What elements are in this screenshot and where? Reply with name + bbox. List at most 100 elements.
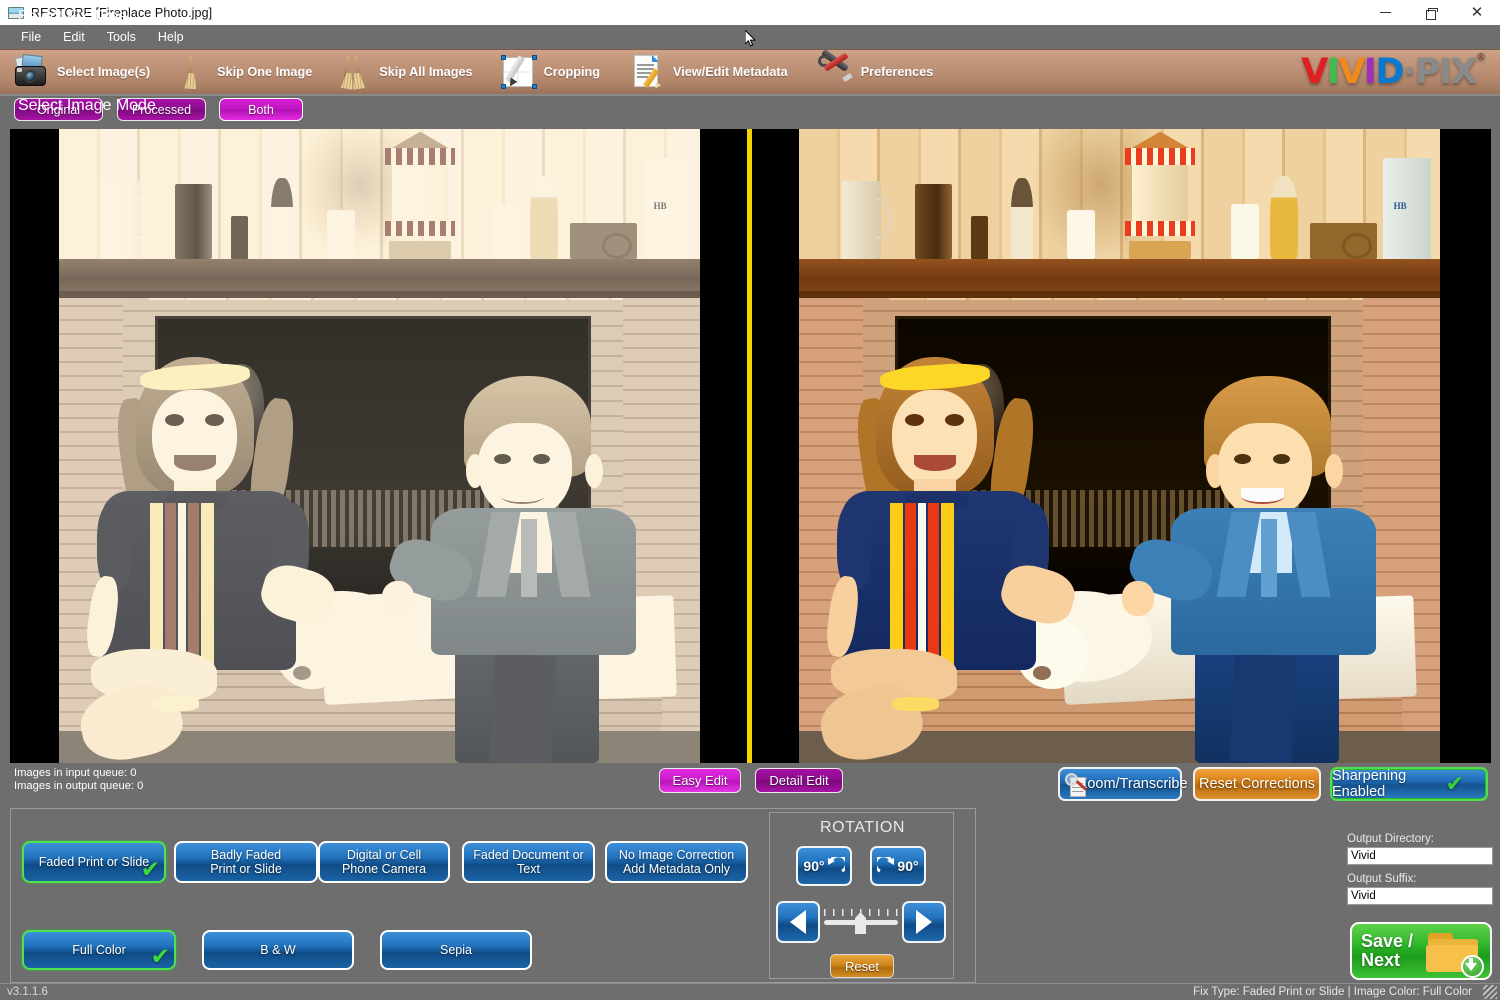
output-suffix-label: Output Suffix: [1347,873,1417,885]
image-mode-full-color[interactable]: Full Color ✔ [22,930,176,970]
close-button[interactable]: ✕ [1454,0,1500,25]
rotate-ccw-label: 90° [803,858,825,874]
toolbar-select-images[interactable]: Select Image(s) [6,50,154,94]
fix-type-label-line2: Phone Camera [341,862,427,876]
fix-type-faded-print-or-slide[interactable]: Faded Print or Slide ✔ [22,841,166,883]
toolbar-view-edit-metadata[interactable]: View/Edit Metadata [622,50,792,96]
image-mode-bw[interactable]: B & W [202,930,354,970]
save-next-label-line1: Save / [1361,931,1414,952]
mouse-cursor [745,30,757,47]
logo-letter-7: I [1438,51,1452,92]
logo-letter-3: I [1363,51,1377,92]
rotate-nudge-left-button[interactable] [776,901,820,943]
rotate-counterclockwise-90-button[interactable]: 90° [796,846,852,886]
status-bar: v3.1.1.6 Fix Type: Faded Print or Slide … [0,983,1500,1000]
toolbar-skip-one-image[interactable]: Skip One Image [166,50,316,96]
document-pencil-icon [628,53,668,91]
fix-type-label-line2: Text [517,862,540,876]
logo-letter-4: D [1375,51,1404,92]
status-info-label: Fix Type: Faded Print or Slide | Image C… [1193,986,1472,998]
fix-type-label-line1: Digital or Cell [346,847,422,862]
sharpening-toggle-button[interactable]: Sharpening Enabled ✔ [1330,767,1488,801]
rotate-cw-label: 90° [897,858,919,874]
original-image-preview[interactable]: HB [59,129,700,763]
detail-edit-button[interactable]: Detail Edit [755,768,843,793]
rotate-ccw-arrow-icon [827,857,845,873]
version-label: v3.1.1.6 [7,986,48,998]
fix-type-no-image-correction-add-metadata-only[interactable]: No Image Correction Add Metadata Only [605,841,748,883]
broom-icon [172,53,212,91]
toolbar-preferences[interactable]: Preferences [810,50,938,94]
folder-download-icon [1426,933,1484,978]
fix-type-label-line2: Add Metadata Only [622,862,730,876]
double-broom-icon [334,53,374,91]
logo-letter-2: V [1338,51,1365,92]
sharpening-label: Sharpening Enabled [1332,768,1407,800]
fix-type-faded-document-or-text[interactable]: Faded Document or Text [462,841,595,883]
output-directory-input[interactable] [1347,847,1493,865]
rotation-reset-button[interactable]: Reset [830,954,894,978]
logo-letter-1: I [1326,51,1340,92]
rotate-cw-arrow-icon [877,857,895,873]
check-icon: ✔ [1445,771,1464,796]
fix-type-label-line1: Badly Faded [210,847,282,862]
main-toolbar: Select Image(s) Skip One Image Skip All … [0,49,1500,96]
menu-item-tools[interactable]: Tools [96,27,147,47]
output-suffix-input[interactable] [1347,887,1493,905]
crop-pen-icon [499,53,539,91]
rotate-clockwise-90-button[interactable]: 90° [870,846,926,886]
toolbar-label-preferences: Preferences [860,65,934,79]
fix-type-label-line1: Faded Document or [473,847,584,862]
rotation-panel: ROTATION 90° 90° Reset [769,812,954,979]
output-queue-label: Images in output queue: 0 [14,780,144,792]
toolbar-label-view-edit-metadata: View/Edit Metadata [672,65,788,79]
image-mode-label: Full Color [72,942,126,957]
select-fix-type-title: Select Fix Type [18,8,128,25]
zoom-transcribe-label: Zoom/Transcribe [1078,776,1188,792]
view-mode-both-button[interactable]: Both [219,98,303,121]
image-compare-divider [747,129,752,763]
logo-letter-6: P [1414,51,1441,92]
menu-item-edit[interactable]: Edit [52,27,96,47]
processed-image-preview[interactable]: HB [799,129,1440,763]
fix-type-label: Faded Print or Slide [38,854,150,869]
save-next-label-line2: Next [1361,950,1401,970]
menu-item-help[interactable]: Help [147,27,195,47]
image-mode-sepia[interactable]: Sepia [380,930,532,970]
output-directory-label: Output Directory: [1347,833,1434,845]
wrench-screwdriver-icon [816,50,856,91]
zoom-transcribe-button[interactable]: Zoom/Transcribe [1058,767,1188,801]
magnifier-document-icon [1065,773,1089,798]
input-queue-label: Images in input queue: 0 [14,767,137,779]
title-bar: RESTORE [Fireplace Photo.jpg] ✕ [0,0,1500,25]
toolbar-cropping[interactable]: Cropping [493,50,604,94]
toolbar-label-skip-one-image: Skip One Image [217,65,313,79]
fix-type-label-line2: Print or Slide [210,862,282,876]
logo-letter-8: X [1450,51,1478,92]
fix-type-digital-or-cell-phone-camera[interactable]: Digital or Cell Phone Camera [318,841,450,883]
check-icon: ✔ [150,942,170,969]
fix-type-label-line1: No Image Correction [618,847,735,862]
check-icon: ✔ [140,855,160,882]
rotation-title: ROTATION [819,819,906,836]
logo-letter-0: V [1301,51,1328,92]
rotate-nudge-right-button[interactable] [902,901,946,943]
logo-registered-mark: ® [1476,52,1486,63]
reset-corrections-button[interactable]: Reset Corrections [1193,767,1321,801]
fix-type-badly-faded-print-or-slide[interactable]: Badly Faded Print or Slide [174,841,318,883]
camera-photos-icon [12,53,52,91]
application-window: RESTORE [Fireplace Photo.jpg] ✕ File Edi… [0,0,1500,1000]
toolbar-label-cropping: Cropping [543,65,600,79]
maximize-restore-button[interactable] [1408,0,1454,25]
select-image-mode-title: Select Image Mode [18,97,156,114]
resize-grip[interactable] [1483,985,1497,999]
toolbar-skip-all-images[interactable]: Skip All Images [328,50,476,96]
minimize-button[interactable] [1362,0,1408,25]
image-preview-area[interactable]: HB HB [10,129,1491,763]
toolbar-label-select-images: Select Image(s) [57,65,151,79]
menu-item-file[interactable]: File [10,27,52,47]
easy-edit-button[interactable]: Easy Edit [659,768,741,793]
logo-letter-5: · [1403,51,1416,92]
save-next-button[interactable]: Save / Next [1350,922,1492,980]
toolbar-label-skip-all-images: Skip All Images [379,65,473,79]
